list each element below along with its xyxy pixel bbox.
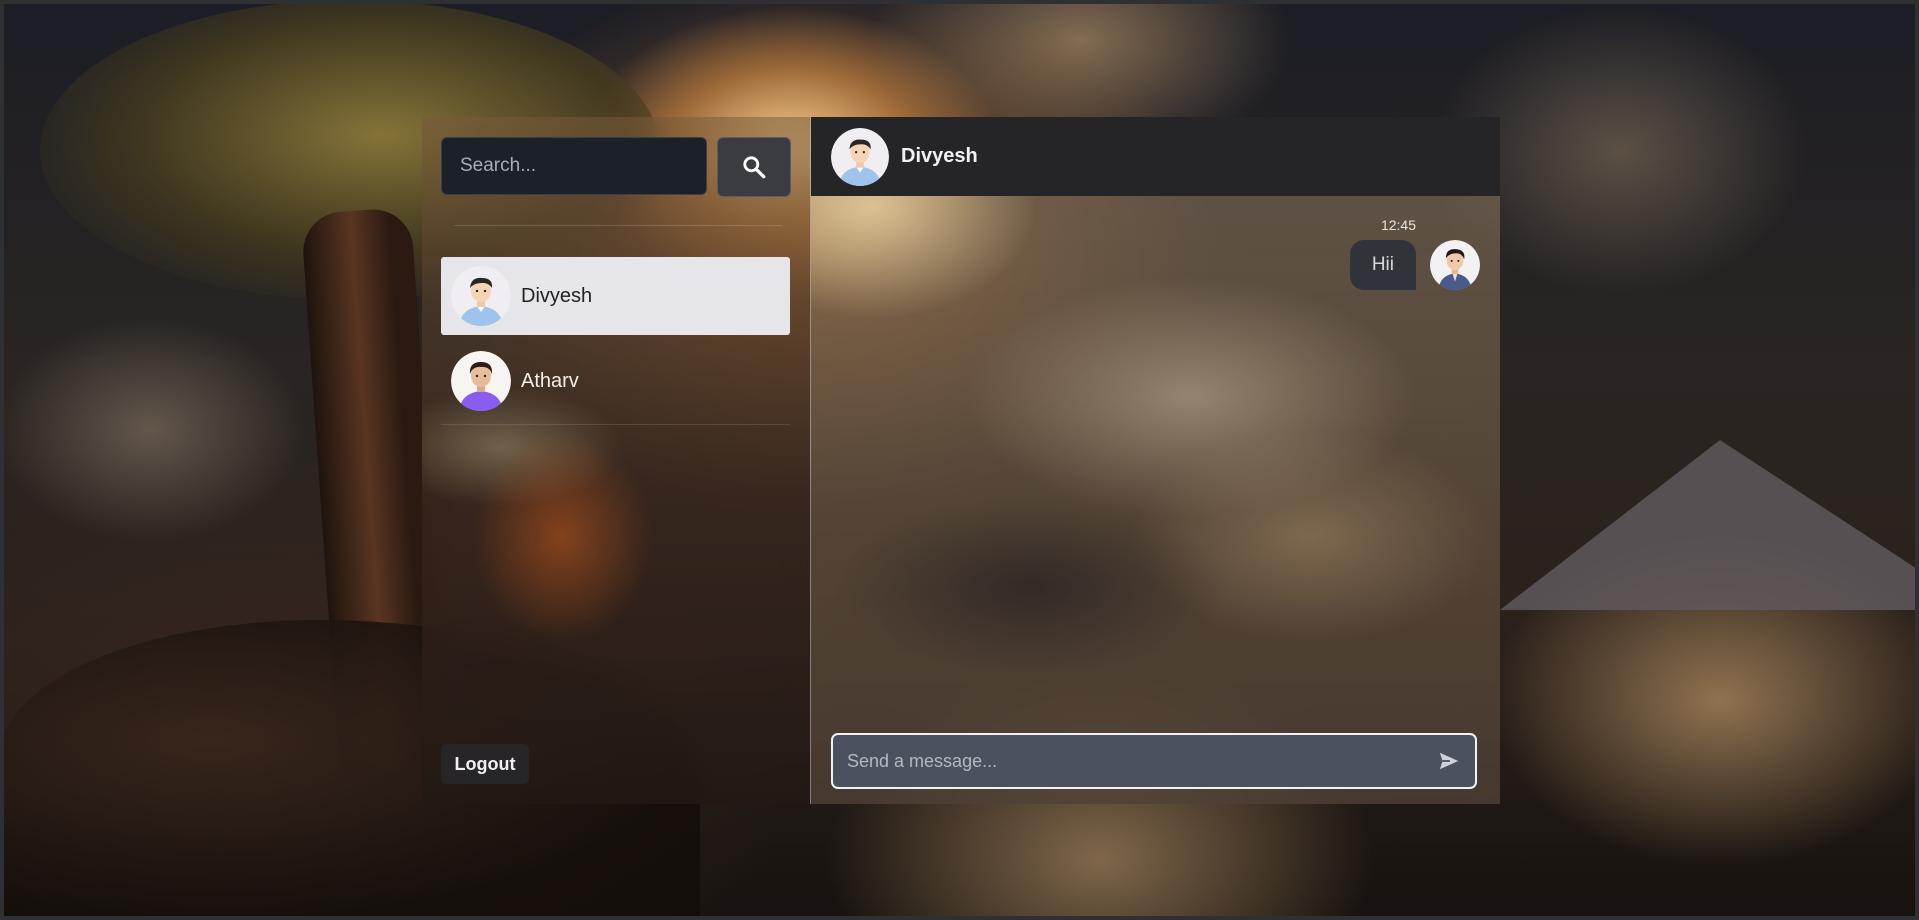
send-icon (1439, 752, 1459, 770)
chat-header-name: Divyesh (901, 145, 978, 167)
contact-item-divyesh[interactable]: Divyesh (441, 257, 790, 335)
divider (454, 225, 782, 226)
contact-name: Atharv (521, 369, 579, 392)
avatar (451, 266, 511, 326)
message-sender-avatar (1430, 240, 1480, 290)
message-bubble: Hii (1349, 240, 1416, 290)
search-input[interactable] (441, 137, 707, 195)
background-mountain (1500, 440, 1919, 610)
message-input[interactable] (833, 735, 1423, 787)
divider (441, 424, 790, 425)
chat-app-card: Divyesh Atharv Logout (422, 117, 1500, 804)
avatar (451, 351, 511, 411)
sidebar: Divyesh Atharv Logout (422, 117, 811, 804)
search-bar (441, 137, 791, 197)
contact-item-atharv[interactable]: Atharv (441, 342, 790, 420)
chat-panel: Divyesh 12:45 Hii (811, 117, 1500, 804)
search-icon (743, 156, 766, 179)
send-button[interactable] (1423, 735, 1475, 787)
search-button[interactable] (717, 137, 791, 197)
chat-header: Divyesh (811, 117, 1500, 196)
message-timestamp: 12:45 (1380, 217, 1416, 233)
message-composer (831, 733, 1477, 789)
chat-header-avatar (831, 127, 889, 186)
logout-button[interactable]: Logout (441, 744, 529, 784)
message-text: Hii (1371, 254, 1394, 275)
contact-name: Divyesh (521, 284, 593, 307)
